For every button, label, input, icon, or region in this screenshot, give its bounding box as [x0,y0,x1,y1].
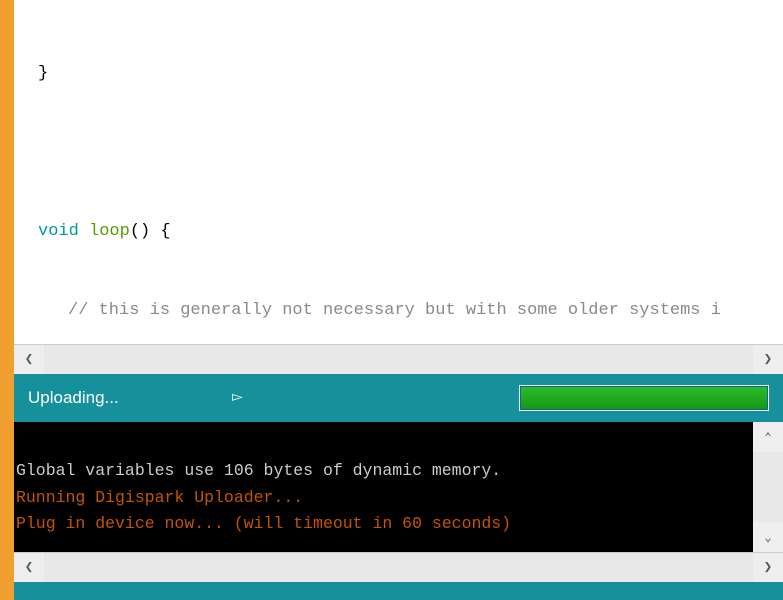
upload-progress-bar [519,385,769,411]
scroll-track[interactable] [753,452,783,522]
code-editor[interactable]: } void loop() { // this is generally not… [14,0,783,344]
console-line: Plug in device now... (will timeout in 6… [16,514,511,533]
code-line: void loop() { [18,219,783,245]
ide-window: } void loop() { // this is generally not… [14,0,783,600]
cursor-icon: ▻ [232,388,243,405]
status-bar: Uploading... ▻ [14,374,783,422]
scroll-left-icon[interactable]: ❮ [14,553,44,583]
console-line: Running Digispark Uploader... [16,488,303,507]
editor-horizontal-scrollbar[interactable]: ❮ ❯ [14,344,783,374]
console-output[interactable]: Global variables use 106 bytes of dynami… [14,422,753,552]
scroll-up-icon[interactable]: ⌃ [753,422,783,452]
scroll-right-icon[interactable]: ❯ [753,553,783,583]
footer-bar [14,582,783,600]
scroll-track[interactable] [44,345,753,375]
console-panel: Global variables use 106 bytes of dynami… [14,422,783,552]
scroll-track[interactable] [44,553,753,583]
console-vertical-scrollbar[interactable]: ⌃ ⌄ [753,422,783,552]
console-horizontal-scrollbar[interactable]: ❮ ❯ [14,552,783,582]
scroll-left-icon[interactable]: ❮ [14,345,44,375]
scroll-right-icon[interactable]: ❯ [753,345,783,375]
code-line [18,140,783,166]
status-text: Uploading... [28,388,119,408]
code-line: // this is generally not necessary but w… [18,298,783,324]
scroll-down-icon[interactable]: ⌄ [753,522,783,552]
code-line: } [18,61,783,87]
console-line: Global variables use 106 bytes of dynami… [16,461,501,480]
